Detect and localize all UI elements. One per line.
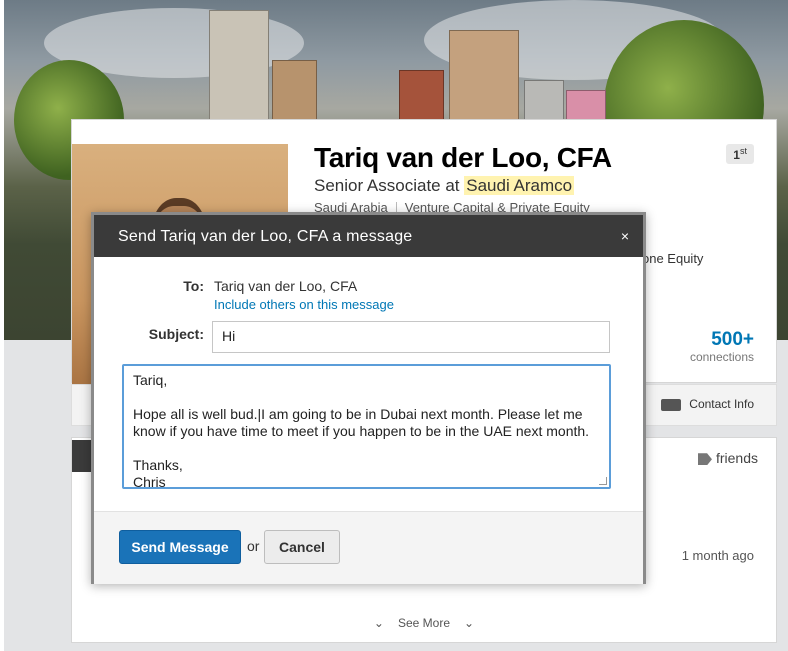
close-icon[interactable]: × [621,228,629,244]
to-label: To: [183,278,204,294]
modal-footer: Send Message or Cancel [94,511,643,584]
company-link[interactable]: Saudi Aramco [464,176,575,195]
industry-partial: one Equity [642,251,704,266]
tag-friends[interactable]: friends [697,450,758,466]
send-message-button[interactable]: Send Message [119,530,241,564]
recipient-name: Tariq van der Loo, CFA [214,278,358,294]
chevron-down-icon: ⌄ [464,616,475,630]
contact-card-icon [661,398,682,411]
tag-label: friends [715,450,758,466]
connection-degree-badge: 1st [726,144,754,164]
see-more-label: See More [397,616,451,630]
headline-prefix: Senior Associate at [314,176,465,195]
see-more-button[interactable]: ⌄ See More ⌄ [72,616,776,630]
contact-info-button[interactable]: Contact Info [661,397,754,411]
degree-number: 1 [733,148,740,162]
contact-info-label: Contact Info [689,397,754,411]
subject-label: Subject: [148,326,204,342]
tag-icon [697,453,712,466]
send-message-modal: Send Tariq van der Loo, CFA a message × … [91,212,646,584]
message-body-textarea[interactable]: Tariq, Hope all is well bud.|I am going … [122,364,611,489]
connections-label: connections [689,350,754,364]
degree-suffix: st [739,146,747,156]
connections-count[interactable]: 500+ [711,329,754,351]
profile-name: Tariq van der Loo, CFA [314,142,612,173]
chevron-down-icon: ⌄ [373,616,384,630]
activity-timestamp: 1 month ago [681,548,754,563]
profile-headline: Senior Associate at Saudi Aramco [314,176,575,196]
cancel-button[interactable]: Cancel [264,530,340,564]
message-body-text: Tariq, Hope all is well bud.|I am going … [133,372,590,489]
include-others-link[interactable]: Include others on this message [214,297,394,312]
subject-input[interactable]: Hi [212,321,610,353]
resize-handle[interactable] [599,477,607,485]
or-separator: or [247,538,260,554]
modal-title: Send Tariq van der Loo, CFA a message [118,228,413,245]
modal-header: Send Tariq van der Loo, CFA a message × [94,215,643,257]
